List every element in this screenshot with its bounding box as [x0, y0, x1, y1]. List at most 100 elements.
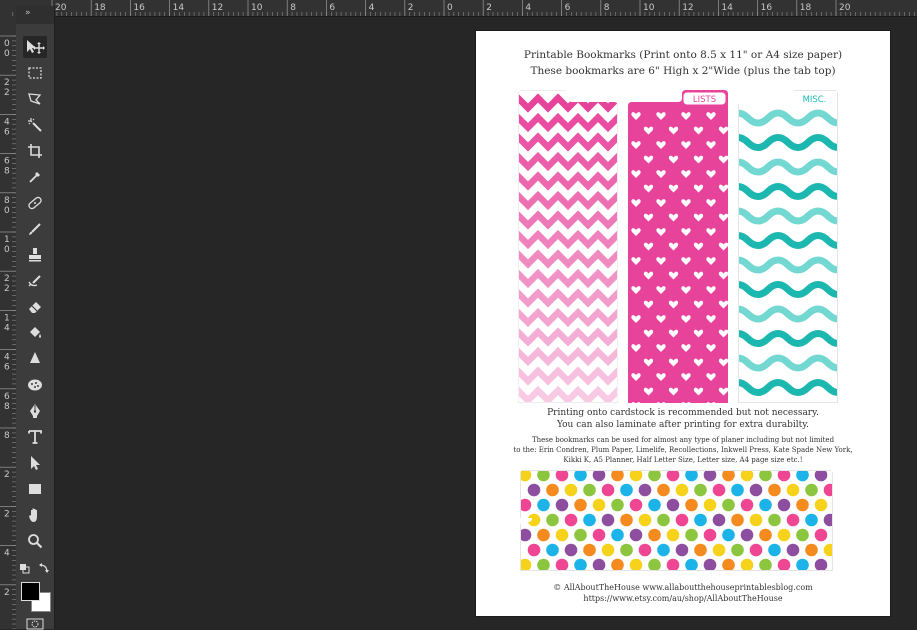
foreground-color-swatch[interactable]	[21, 582, 40, 601]
crop-tool[interactable]	[23, 140, 47, 162]
paint-bucket-tool[interactable]	[23, 322, 47, 344]
ruler-label: 4	[4, 549, 10, 559]
polka-dot	[749, 543, 763, 557]
history-brush-tool[interactable]	[23, 270, 47, 292]
ruler-label: 4	[525, 3, 531, 13]
polka-dot	[527, 483, 541, 497]
tab-lists-label: LISTS	[693, 95, 716, 105]
polka-dot	[814, 558, 828, 571]
document-title-line-1: Printable Bookmarks (Print onto 8.5 x 11…	[523, 49, 843, 61]
ruler-label-secondary: 6	[4, 363, 10, 373]
brush-icon	[29, 223, 41, 235]
ruler-label: 4	[4, 117, 10, 127]
ruler-label-secondary: 6	[4, 127, 10, 137]
healing-brush-tool[interactable]	[23, 192, 47, 214]
bandage-icon	[28, 196, 42, 210]
polka-dot	[546, 543, 559, 557]
ruler-label: 6	[4, 157, 10, 167]
marquee-tool[interactable]	[23, 62, 47, 84]
polka-dot	[722, 558, 735, 571]
polka-dot	[629, 558, 643, 571]
document-page[interactable]: Printable Bookmarks (Print onto 8.5 x 11…	[476, 31, 890, 616]
polka-dot	[592, 528, 606, 542]
polka-dot	[611, 528, 624, 542]
magic-wand-icon	[28, 118, 42, 132]
polka-dot	[768, 543, 781, 557]
ruler-label: 2	[4, 470, 10, 480]
ruler-label-secondary: 8	[4, 402, 10, 412]
default-colors-icon[interactable]	[19, 563, 31, 575]
polka-dot	[527, 513, 541, 527]
polka-dot	[685, 558, 698, 571]
brush-tool[interactable]	[23, 218, 47, 240]
ruler-label: 6	[329, 3, 335, 13]
polka-dot	[749, 513, 763, 527]
vertical-ruler[interactable]: 0022466880102214466882242	[0, 16, 17, 629]
collapse-icon[interactable]: »	[25, 8, 32, 18]
polka-dot	[611, 498, 624, 512]
polka-dot	[796, 498, 809, 512]
ruler-label: 18	[800, 3, 812, 13]
ruler-label: 16	[761, 3, 773, 13]
body-line-2: to the: Erin Condren, Plum Paper, Limeli…	[513, 446, 853, 454]
polka-dot	[629, 528, 643, 542]
quick-mask-icon[interactable]	[26, 618, 44, 630]
polka-dot	[685, 498, 698, 512]
bookmark-pink-chevron	[518, 90, 618, 403]
polka-dot	[712, 543, 726, 557]
tools-panel-header[interactable]: »	[16, 6, 54, 24]
eraser-icon	[29, 302, 41, 313]
lasso-icon	[28, 93, 42, 105]
type-tool[interactable]	[23, 426, 47, 448]
shape-tool[interactable]	[23, 478, 47, 500]
polka-dot	[814, 528, 828, 542]
footer-line-1: © AllAboutTheHouse www.allaboutthehousep…	[553, 583, 813, 592]
pen-icon	[30, 404, 40, 418]
ruler-label-secondary: 4	[4, 323, 10, 333]
eraser-tool[interactable]	[23, 296, 47, 318]
polka-dot	[601, 483, 615, 497]
lasso-tool[interactable]	[23, 88, 47, 110]
polka-dot	[740, 528, 754, 542]
magic-wand-tool[interactable]	[23, 114, 47, 136]
zoom-tool[interactable]	[23, 530, 47, 552]
crop-icon	[28, 144, 42, 158]
polka-dot	[703, 498, 717, 512]
polka-dot	[805, 543, 818, 557]
stamp-icon	[29, 248, 41, 262]
tab-misc-label: MISC.	[803, 95, 827, 105]
pen-tool[interactable]	[23, 400, 47, 422]
polka-dot	[703, 558, 717, 571]
polka-dot	[759, 498, 772, 512]
sponge-tool[interactable]	[23, 374, 47, 396]
swap-colors-icon[interactable]	[38, 563, 50, 575]
polka-dot	[555, 528, 569, 542]
move-icon	[27, 40, 45, 54]
clone-stamp-tool[interactable]	[23, 244, 47, 266]
polka-dot	[777, 558, 791, 571]
polka-dot	[564, 513, 578, 527]
eyedropper-tool[interactable]	[23, 166, 47, 188]
blur-tool[interactable]	[23, 348, 47, 370]
polka-dot	[786, 483, 800, 497]
polka-dot	[638, 513, 652, 527]
polka-dot	[796, 558, 809, 571]
path-selection-tool[interactable]	[23, 452, 47, 474]
move-tool[interactable]	[23, 36, 47, 58]
polka-dot	[583, 513, 596, 527]
horizontal-ruler[interactable]: 20 18 16 14 12 10 8 6 4 2 0 2 4 6 8 10 12 14 16 18 20	[0, 0, 917, 17]
polka-dot	[648, 558, 661, 571]
polka-dot	[694, 513, 707, 527]
polka-dot	[564, 483, 578, 497]
ruler-label-secondary: 8	[4, 167, 10, 177]
polka-dot	[675, 513, 689, 527]
polka-dot	[805, 483, 818, 497]
zoom-icon	[28, 534, 43, 549]
body-line-3: Kikki K, A5 Planner, Half Letter Size, L…	[563, 456, 803, 464]
hand-tool[interactable]	[23, 504, 47, 526]
polka-dot	[638, 543, 652, 557]
polka-dot	[675, 483, 689, 497]
polka-dot	[768, 483, 781, 497]
ruler-label: 14	[721, 3, 733, 13]
ruler-label: 16	[133, 3, 145, 13]
